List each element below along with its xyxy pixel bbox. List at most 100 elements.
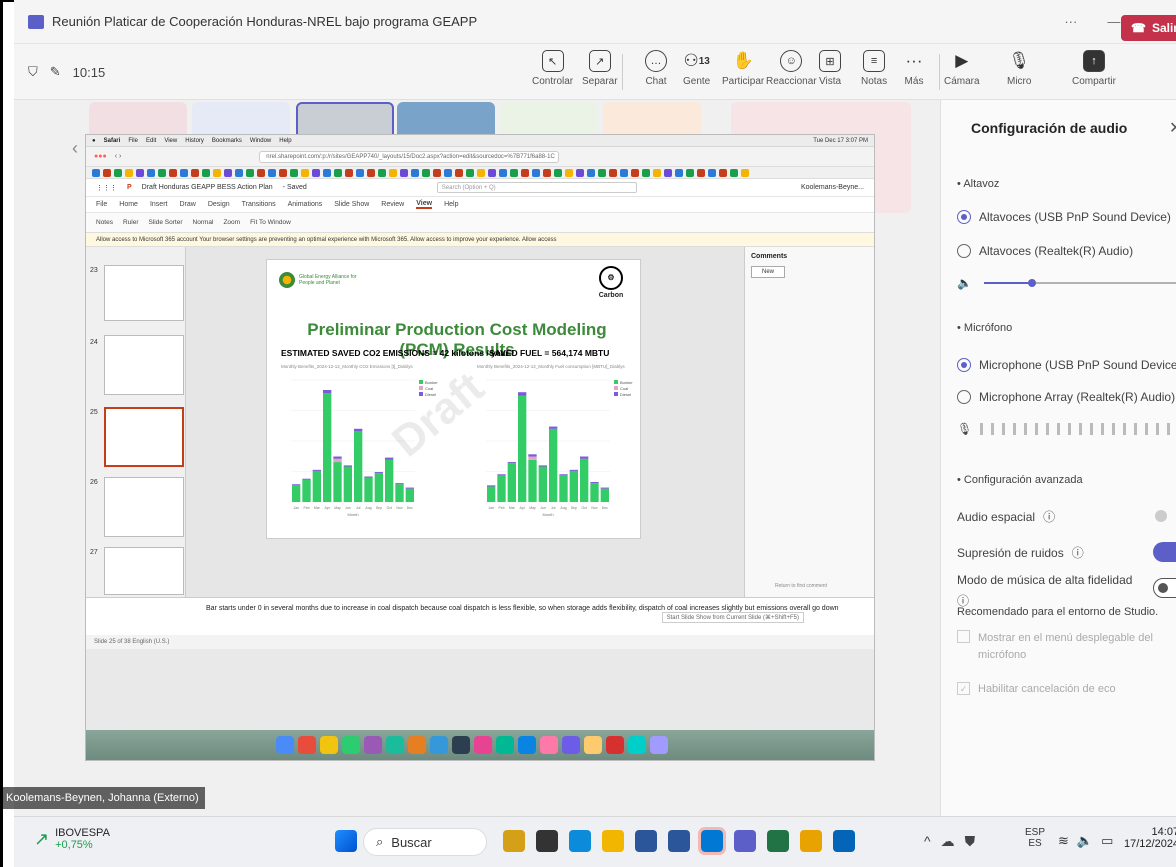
mac-menu-item: Help [279,137,292,144]
grid-icon: ⊞ [819,50,842,72]
radio-selected[interactable] [957,358,971,372]
chart-bar [354,431,363,502]
safari-toolbar: ●●● ‹ › nrel.sharepoint.com/:p:/r/sites/… [86,147,874,167]
chart-bar [497,475,506,502]
more-options-icon[interactable]: ··· [1064,14,1077,30]
stock-widget[interactable]: ↗ IBOVESPA +0,75% [34,827,110,851]
chevron-left-icon[interactable]: ‹ [72,138,78,159]
bookmark-icon [433,169,441,177]
mic-level-bar [991,423,995,435]
close-icon[interactable]: ✕ [1169,118,1176,138]
ppt-menu-item: Animations [287,201,323,208]
taskbar-search[interactable]: ⌕ Buscar [363,828,487,856]
chart-legend-swatch [419,380,423,384]
chevron-up-icon[interactable]: ^ [924,833,931,850]
chart-legend-label: Bunker [620,380,633,385]
people-label: Gente [683,76,711,87]
speaker-option-realtek[interactable]: Altavoces (Realtek(R) Audio) [957,244,1133,258]
chart-legend-swatch [614,386,618,390]
edge-icon[interactable] [569,830,591,852]
clock-time: 14:07 [1151,826,1176,838]
speaker-volume[interactable]: 🔈 [957,276,1176,290]
react-label: Reaccionar [766,76,817,87]
bookmark-icon [367,169,375,177]
volume-slider[interactable] [980,276,1176,290]
hifi-music-label: Modo de música de alta fidelidad [957,573,1133,587]
volume-icon[interactable]: 🔈 [1077,833,1093,849]
onedrive-icon[interactable] [833,830,855,852]
chrome-icon[interactable] [800,830,822,852]
share-icon: ↑ [1082,50,1105,72]
bookmark-icon [444,169,452,177]
camera-off-icon: ▶ [955,51,969,70]
windows-start-icon[interactable] [335,830,357,852]
file-explorer-icon[interactable] [602,830,624,852]
volume-icon: 🔈 [957,276,972,290]
excel-icon[interactable] [767,830,789,852]
spatial-audio-label: Audio espacial [957,509,1036,524]
gea-logo-icon [279,272,295,288]
share-button[interactable]: ↑ Compartir [1072,50,1116,87]
chart-bar [528,459,537,502]
mic-level-bar [1013,423,1017,435]
chart-bar [600,487,609,489]
shield-icon[interactable]: ⛊ [965,833,976,850]
word-icon[interactable] [668,830,690,852]
ppt-notice: Allow access to Microsoft 365 account Yo… [86,233,874,247]
spatial-audio-toggle[interactable] [1155,510,1167,522]
echo-cancellation-checkbox[interactable]: ✓ [957,682,970,695]
info-icon[interactable]: ⓘ [1043,508,1055,525]
mic-button[interactable]: 🎙 Micro [1007,50,1031,87]
raise-hand-button[interactable]: ✋ Participar [722,50,764,87]
radio-selected[interactable] [957,210,971,224]
mac-menu-item: Edit [145,137,157,144]
more-button[interactable]: ··· Más [903,50,925,87]
wifi-icon[interactable]: ≋ [1058,833,1069,849]
ppt-menu-item: Draw [179,201,196,208]
chart-bar [528,456,537,460]
comments-pane: Comments New Return to first comment [744,247,874,597]
shield-icon: ⛉ [28,64,38,79]
teams-icon[interactable] [734,830,756,852]
pop-out-button[interactable]: ↗ Separar [582,50,618,87]
cloud-icon[interactable]: ☁ [941,833,955,850]
dock-app-icon [562,736,580,754]
info-icon[interactable]: ⓘ [1072,544,1084,561]
language-indicator[interactable]: ESP ES [1025,827,1045,849]
leave-button[interactable]: ☎ Salir [1121,15,1176,41]
view-button[interactable]: ⊞ Vista [819,50,841,87]
react-button[interactable]: ☺ Reaccionar [766,50,817,87]
store-icon[interactable] [635,830,657,852]
radio-unselected[interactable] [957,390,971,404]
mac-menu-item: File [128,137,138,144]
chart-bar [549,428,558,502]
title-bar: Reunión Platicar de Cooperación Honduras… [14,0,1176,44]
people-button[interactable]: ⚇ 13 Gente [683,50,710,87]
mic-option-usb[interactable]: Microphone (USB PnP Sound Device) [957,358,1176,372]
folder-app-icon[interactable] [503,830,525,852]
control-button[interactable]: ↖ Controlar [532,50,573,87]
dock-app-icon [650,736,668,754]
bookmark-icon [554,169,562,177]
bookmark-icon [279,169,287,177]
bookmarks-bar [86,167,874,179]
chat-button[interactable]: … Chat [645,50,667,87]
taskbar-clock[interactable]: 14:07 17/12/2024 [1124,826,1176,850]
hifi-music-toggle[interactable] [1153,578,1176,598]
chart-bar [302,479,311,502]
mic-option-realtek[interactable]: Microphone Array (Realtek(R) Audio) [957,390,1175,404]
noise-suppression-toggle[interactable] [1153,542,1176,562]
media-app-icon[interactable] [536,830,558,852]
chart-tick-label: Jun [345,506,351,510]
radio-unselected[interactable] [957,244,971,258]
ppt-menu-item: File [96,201,108,208]
chart-bar [385,459,394,502]
battery-icon[interactable]: ▭ [1101,833,1113,849]
notes-button[interactable]: ≡ Notas [861,50,887,87]
show-in-dropdown-checkbox[interactable] [957,630,970,643]
minimize-icon[interactable]: — [1107,14,1120,30]
speaker-option-usb[interactable]: Altavoces (USB PnP Sound Device) [957,210,1171,224]
camera-button[interactable]: ▶ Cámara [944,50,980,87]
raise-hand-label: Participar [722,76,765,87]
outlook-icon[interactable] [698,827,726,855]
